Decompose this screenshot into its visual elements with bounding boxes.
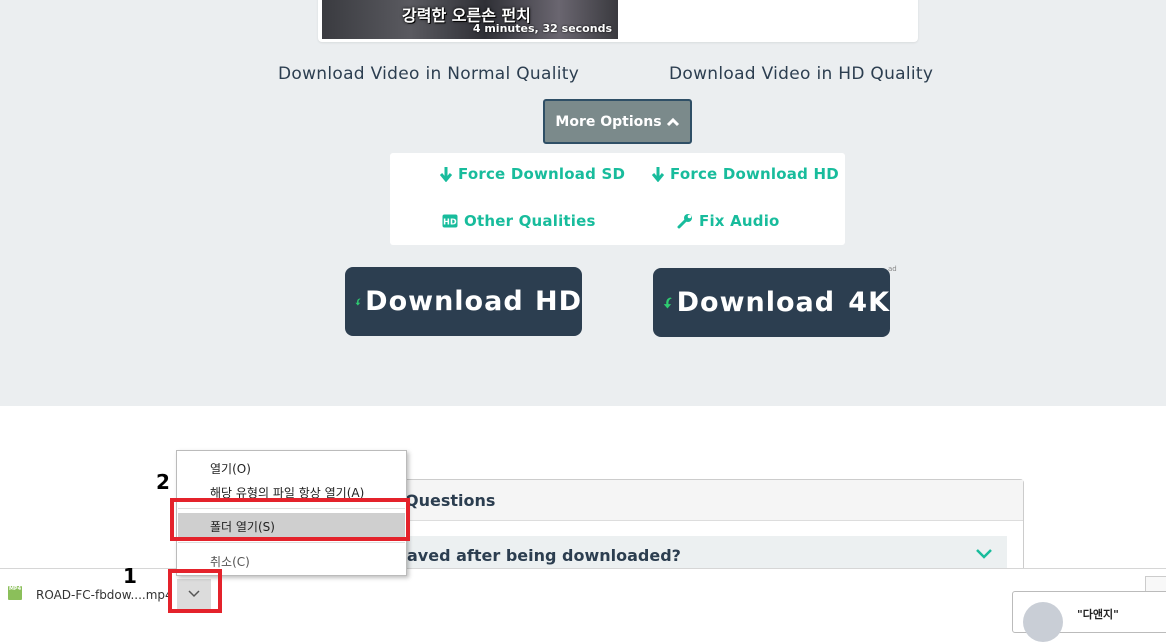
faq-header: Questions	[391, 480, 1023, 521]
download-hd-ad-button[interactable]: Download HD	[345, 267, 582, 336]
mp4-file-icon: MP4	[8, 586, 22, 600]
faq-heading: Questions	[405, 491, 496, 510]
options-panel: Force Download SD Force Download HD HD O…	[390, 153, 845, 245]
force-download-hd-label: Force Download HD	[670, 165, 839, 183]
fix-audio-label: Fix Audio	[699, 212, 780, 230]
faq-panel: Questions aved after being downloaded?	[390, 479, 1024, 581]
wrench-icon	[677, 214, 692, 229]
more-options-button[interactable]: More Options	[543, 99, 692, 144]
chevron-down-icon	[976, 549, 992, 559]
avatar	[1023, 602, 1063, 642]
download-hd-word: Download	[365, 286, 524, 317]
arrow-down-icon	[440, 166, 452, 182]
menu-divider	[178, 542, 405, 543]
video-duration: 4 minutes, 32 seconds	[472, 22, 612, 35]
download-arrow-icon	[355, 297, 361, 306]
download-normal-quality-link[interactable]: Download Video in Normal Quality	[278, 64, 579, 84]
download-file-name[interactable]: ROAD-FC-fbdow....mp4	[36, 588, 173, 602]
highlight-box-open-folder	[170, 498, 410, 541]
download-4k-ad-button[interactable]: Download 4K	[653, 268, 890, 337]
ad-label: ad	[888, 265, 897, 273]
faq-question-text: aved after being downloaded?	[407, 546, 681, 565]
svg-text:HD: HD	[443, 218, 457, 227]
hd-icon: HD	[442, 214, 458, 228]
other-qualities-label: Other Qualities	[464, 212, 596, 230]
notification-card[interactable]: "다앤지"	[1012, 591, 1166, 642]
download-arrow-icon	[663, 296, 672, 309]
download-4k-word: Download	[676, 287, 836, 318]
more-options-label: More Options	[555, 113, 662, 130]
menu-item-open[interactable]: 열기(O)	[210, 460, 251, 477]
arrow-down-icon	[652, 166, 664, 182]
download-hd-quality-link[interactable]: Download Video in HD Quality	[669, 64, 933, 84]
menu-item-cancel[interactable]: 취소(C)	[210, 553, 250, 570]
annotation-step-2: 2	[156, 470, 170, 494]
force-download-sd-link[interactable]: Force Download SD	[440, 165, 625, 183]
annotation-step-1: 1	[123, 564, 137, 588]
other-qualities-link[interactable]: HD Other Qualities	[442, 212, 596, 230]
force-download-sd-label: Force Download SD	[458, 165, 626, 183]
fix-audio-link[interactable]: Fix Audio	[677, 212, 780, 230]
download-4k-quality: 4K	[848, 287, 890, 318]
video-thumbnail[interactable]: 강력한 오른손 펀치 4 minutes, 32 seconds	[322, 0, 618, 39]
notification-text: "다앤지"	[1077, 608, 1119, 621]
force-download-hd-link[interactable]: Force Download HD	[652, 165, 839, 183]
download-hd-quality: HD	[534, 286, 582, 317]
chevron-up-icon	[666, 117, 679, 126]
highlight-box-options-button	[168, 569, 222, 613]
